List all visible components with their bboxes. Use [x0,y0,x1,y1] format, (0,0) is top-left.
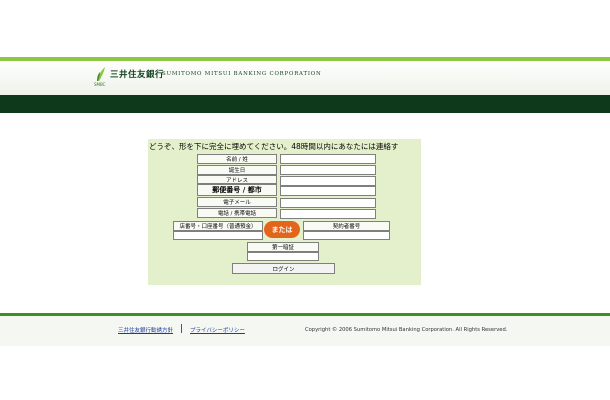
privacy-link[interactable]: プライバシーポリシー [190,326,245,334]
phone-field[interactable] [280,209,376,219]
label-address: アドレス [197,175,277,184]
name-field[interactable] [280,154,376,164]
logo-sub-text: SMBC [94,82,106,87]
label-email: 電子メール [197,197,277,207]
footer-separator [181,324,182,333]
label-postal: 郵便番号 / 都市 [197,184,277,196]
form-instruction: どうぞ、形を下に完全に埋めてください。48時間以内にあなたには連絡す [149,142,399,151]
birthday-field[interactable] [280,165,376,175]
address-field[interactable] [280,176,376,186]
label-contract-no: 契約者番号 [303,221,390,231]
branch-account-field[interactable] [173,231,263,240]
email-field[interactable] [280,198,376,208]
copyright-text: Copyright © 2006 Sumitomo Mitsui Banking… [305,327,508,333]
label-birthday: 誕生日 [197,165,277,175]
label-first-pin: 第一暗証 [247,242,319,252]
first-pin-field[interactable] [247,252,319,261]
policy-link[interactable]: 三井住友銀行勧誘方針 [118,326,173,334]
smbc-leaf-icon [97,67,105,81]
label-branch-account: 店番号・口座番号（普通預金） [173,221,263,231]
header [0,61,610,95]
label-phone: 電話 / 携帯電話 [197,208,277,218]
postal-field[interactable] [280,186,376,196]
bank-name-en: SUMITOMO MITSUI BANKING CORPORATION [162,71,322,77]
login-button[interactable]: ログイン [232,263,335,274]
or-badge: または [264,221,300,238]
contract-no-field[interactable] [303,231,390,240]
bank-name-jp[interactable]: 三井住友銀行 [110,68,164,80]
label-name: 名前 / 姓 [197,154,277,164]
nav-band [0,95,610,113]
